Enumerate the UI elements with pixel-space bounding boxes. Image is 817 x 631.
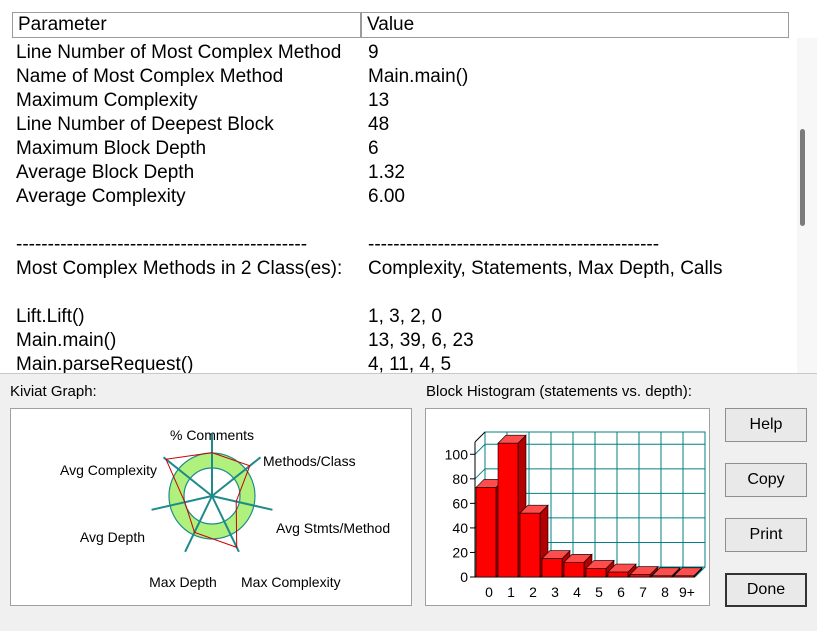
table-row[interactable]: Average Complexity 6.00 bbox=[16, 185, 796, 209]
block-histogram: 0204060801000 1 2 3 4 5 6 7 8 9+ bbox=[445, 431, 706, 600]
parameter-cell: Main.main() bbox=[16, 330, 117, 351]
value-cell: 6 bbox=[368, 138, 379, 159]
kiviat-axis-label: Avg Depth bbox=[80, 529, 145, 545]
histogram-bar bbox=[563, 561, 585, 578]
kiviat-axis-label: Max Depth bbox=[149, 574, 217, 590]
histogram-x-tick-label: 8 bbox=[661, 584, 669, 600]
copy-button[interactable]: Copy bbox=[725, 463, 807, 497]
histogram-bar bbox=[607, 571, 629, 578]
histogram-bar bbox=[475, 487, 497, 578]
histogram-y-tick-label: 100 bbox=[445, 446, 469, 462]
kiviat-axis-label: Avg Stmts/Method bbox=[276, 520, 390, 536]
histogram-panel: 0 20 40 60 80 100 0 1 2 3 4 5 6 7 8 9+ bbox=[425, 408, 710, 606]
histogram-y-tick-label: 80 bbox=[452, 471, 468, 487]
value-cell: 48 bbox=[368, 114, 390, 135]
histogram-bar bbox=[651, 575, 673, 578]
table-row[interactable]: Main.parseRequest() 4, 11, 4, 5 bbox=[16, 353, 796, 374]
histogram-y-tick-label: 0 bbox=[460, 569, 468, 585]
value-cell: ----------------------------------------… bbox=[368, 234, 660, 255]
value-cell: Complexity, Statements, Max Depth, Calls bbox=[368, 258, 723, 279]
kiviat-axis-label: % Comments bbox=[170, 427, 254, 443]
histogram-bar bbox=[673, 575, 695, 578]
column-header-value[interactable]: Value bbox=[361, 12, 789, 38]
table-row[interactable] bbox=[16, 209, 796, 233]
histogram-x-tick-label: 9+ bbox=[679, 584, 695, 600]
vertical-scrollbar[interactable] bbox=[797, 38, 817, 373]
kiviat-label: Kiviat Graph: bbox=[10, 383, 97, 400]
histogram-y-tick-label: 20 bbox=[452, 544, 468, 560]
table-row[interactable]: Maximum Block Depth 6 bbox=[16, 137, 796, 161]
histogram-x-tick-label: 6 bbox=[617, 584, 625, 600]
done-button[interactable]: Done bbox=[725, 573, 807, 607]
help-button[interactable]: Help bbox=[725, 408, 807, 442]
print-button[interactable]: Print bbox=[725, 518, 807, 552]
histogram-x-tick-label: 5 bbox=[595, 584, 603, 600]
value-cell: 4, 11, 4, 5 bbox=[368, 354, 452, 374]
metrics-table: Parameter Value Line Number of Most Comp… bbox=[0, 0, 817, 374]
parameter-cell: Average Complexity bbox=[16, 186, 186, 207]
histogram-bar bbox=[629, 574, 651, 578]
histogram-gridline-side bbox=[474, 443, 486, 455]
histogram-y-tick-label: 40 bbox=[452, 520, 468, 536]
histogram-gridline-side bbox=[474, 468, 486, 480]
parameter-cell: ----------------------------------------… bbox=[16, 234, 308, 255]
value-cell: 13 bbox=[368, 90, 390, 111]
column-header-parameter[interactable]: Parameter bbox=[12, 12, 361, 38]
parameter-cell: Line Number of Deepest Block bbox=[16, 114, 274, 135]
table-row[interactable]: Lift.Lift() 1, 3, 2, 0 bbox=[16, 305, 796, 329]
histogram-bar bbox=[497, 442, 519, 578]
table-row[interactable]: Line Number of Deepest Block 48 bbox=[16, 113, 796, 137]
value-cell: 1.32 bbox=[368, 162, 405, 183]
histogram-bar bbox=[541, 558, 563, 578]
table-row[interactable]: Average Block Depth 1.32 bbox=[16, 161, 796, 185]
value-cell: 1, 3, 2, 0 bbox=[368, 306, 442, 327]
histogram-x-tick-label: 4 bbox=[573, 584, 581, 600]
table-rows: Line Number of Most Complex Method 9 Name … bbox=[16, 41, 796, 374]
value-cell: Main.main() bbox=[368, 66, 469, 87]
histogram-x-tick-label: 3 bbox=[551, 584, 559, 600]
parameter-cell: Name of Most Complex Method bbox=[16, 66, 284, 87]
parameter-cell: Average Block Depth bbox=[16, 162, 195, 183]
value-cell: 9 bbox=[368, 42, 379, 63]
histogram-x-tick-label: 2 bbox=[529, 584, 537, 600]
histogram-label: Block Histogram (statements vs. depth): bbox=[426, 383, 692, 400]
table-row[interactable]: Main.main() 13, 39, 6, 23 bbox=[16, 329, 796, 353]
scrollbar-thumb[interactable] bbox=[800, 129, 805, 226]
parameter-cell: Lift.Lift() bbox=[16, 306, 85, 327]
kiviat-axis-label: Methods/Class bbox=[263, 453, 356, 469]
parameter-cell: Most Complex Methods in 2 Class(es): bbox=[16, 258, 343, 279]
kiviat-axis-label: Avg Complexity bbox=[60, 462, 157, 478]
histogram-y-tick-label: 60 bbox=[452, 495, 468, 511]
histogram-x-tick-label: 1 bbox=[507, 584, 515, 600]
parameter-cell: Maximum Complexity bbox=[16, 90, 198, 111]
table-row[interactable]: Name of Most Complex Method Main.main() bbox=[16, 65, 796, 89]
table-row[interactable] bbox=[16, 281, 796, 305]
table-row[interactable]: Most Complex Methods in 2 Class(es): Comp… bbox=[16, 257, 796, 281]
histogram-bar bbox=[585, 568, 607, 578]
table-row[interactable]: Maximum Complexity 13 bbox=[16, 89, 796, 113]
kiviat-axis-label: Max Complexity bbox=[241, 574, 341, 590]
parameter-cell: Maximum Block Depth bbox=[16, 138, 207, 159]
value-cell: 13, 39, 6, 23 bbox=[368, 330, 474, 351]
kiviat-graph-panel: % Comments Methods/Class Avg Stmts/Method M… bbox=[10, 408, 412, 606]
value-cell: 6.00 bbox=[368, 186, 405, 207]
table-row[interactable]: ----------------------------------------… bbox=[16, 233, 796, 257]
histogram-axis-edge bbox=[474, 431, 486, 443]
parameter-cell: Main.parseRequest() bbox=[16, 354, 194, 374]
parameter-cell: Line Number of Most Complex Method bbox=[16, 42, 342, 63]
kiviat-graph: % Comments Methods/Class Avg Stmts/Method M… bbox=[60, 427, 390, 590]
table-row[interactable]: Line Number of Most Complex Method 9 bbox=[16, 41, 796, 65]
histogram-x-tick-label: 7 bbox=[639, 584, 647, 600]
histogram-x-tick-label: 0 bbox=[485, 584, 493, 600]
histogram-bar bbox=[519, 512, 541, 578]
